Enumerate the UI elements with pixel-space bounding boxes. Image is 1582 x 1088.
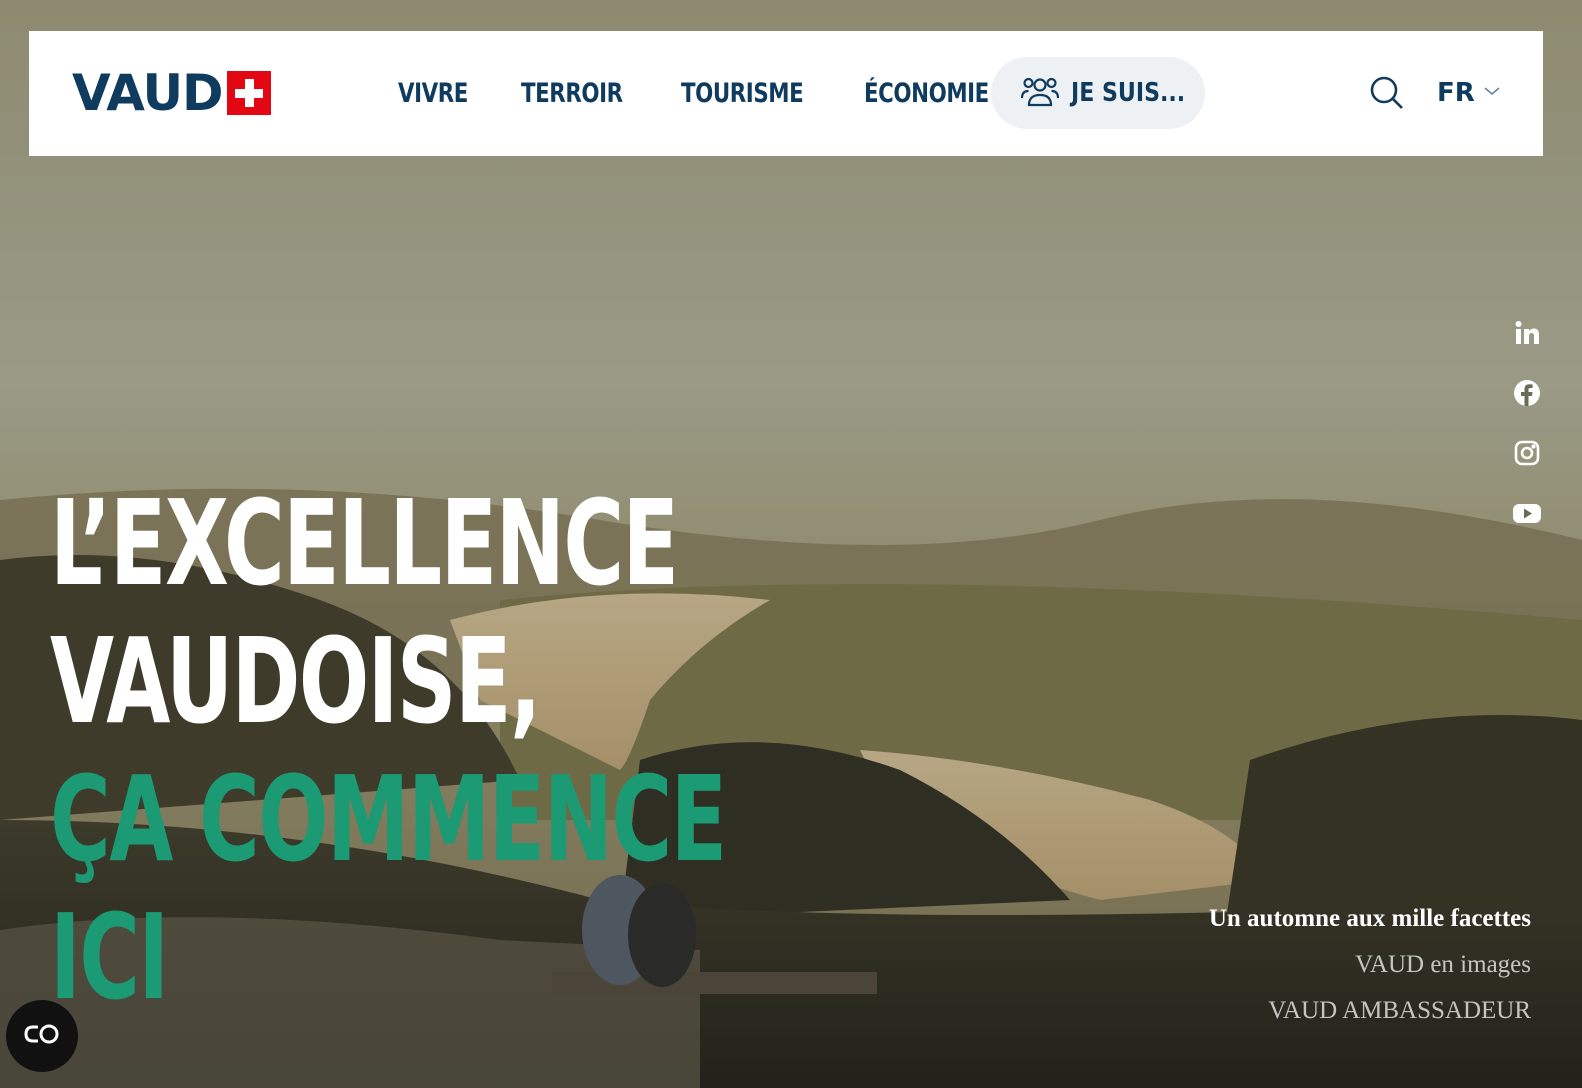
people-icon	[1020, 74, 1060, 113]
youtube-icon[interactable]	[1512, 498, 1542, 528]
slide-link-vaud-ambassadeur[interactable]: VAUD AMBASSADEUR	[1268, 996, 1531, 1025]
accessibility-button[interactable]	[6, 1000, 78, 1072]
linkedin-icon[interactable]	[1512, 318, 1542, 348]
nav-item-vivre[interactable]: VIVRE	[398, 78, 468, 109]
language-label: FR	[1437, 78, 1475, 108]
nav-item-economie[interactable]: ÉCONOMIE	[864, 78, 989, 109]
slide-link-vaud-en-images[interactable]: VAUD en images	[1355, 950, 1531, 979]
hero-headline: L’EXCELLENCE VAUDOISE, ÇA COMMENCE ICI	[50, 474, 916, 1026]
logo-text: VAUD	[72, 64, 224, 122]
main-nav: VIVRE TERROIR TOURISME ÉCONOMIE	[398, 71, 1006, 115]
search-icon[interactable]	[1369, 75, 1405, 111]
je-suis-label: JE SUIS...	[1071, 78, 1186, 108]
headline-line-1: L’EXCELLENCE	[50, 474, 679, 612]
headline-line-3: ÇA COMMENCE	[50, 750, 727, 888]
nav-item-tourisme[interactable]: TOURISME	[681, 78, 804, 109]
headline-line-4: ICI	[50, 888, 169, 1026]
instagram-icon[interactable]	[1512, 438, 1542, 468]
je-suis-button[interactable]: JE SUIS...	[991, 57, 1205, 129]
vaud-logo[interactable]: VAUD	[72, 64, 271, 122]
facebook-icon[interactable]	[1512, 378, 1542, 408]
slide-link-automne[interactable]: Un automne aux mille facettes	[1209, 904, 1531, 933]
hero-slide-links: Un automne aux mille facettes VAUD en im…	[1209, 904, 1531, 1025]
headline-line-2: VAUDOISE,	[50, 612, 541, 750]
chevron-down-icon	[1483, 84, 1501, 102]
nav-item-terroir[interactable]: TERROIR	[521, 78, 623, 109]
language-selector[interactable]: FR	[1437, 75, 1501, 111]
accessibility-toggle-icon	[23, 1023, 61, 1050]
social-links	[1512, 318, 1542, 528]
site-header: VAUD VIVRE TERROIR TOURISME ÉCONOMIE JE …	[29, 31, 1543, 156]
swiss-flag-icon	[226, 71, 271, 115]
